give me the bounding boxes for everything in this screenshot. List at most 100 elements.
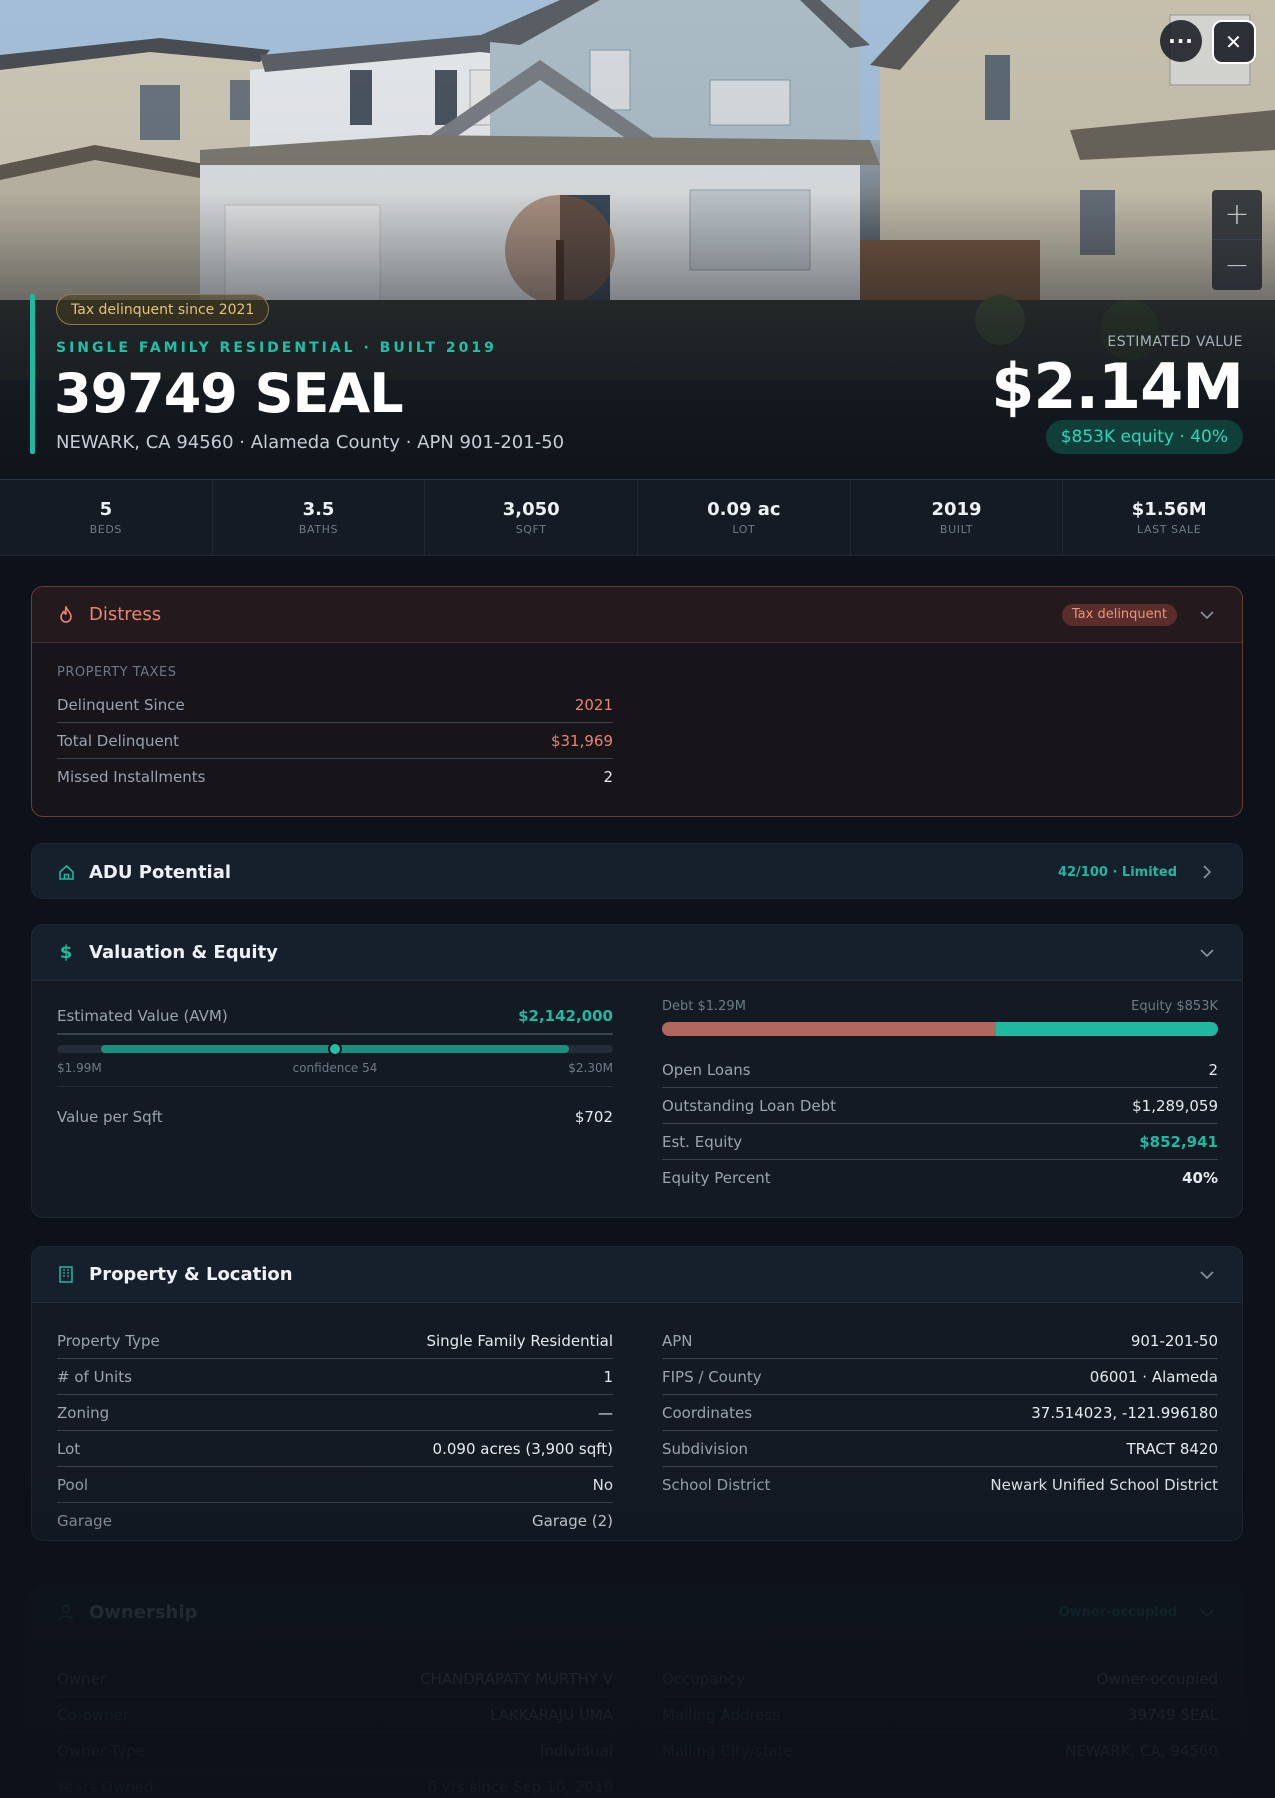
row-key: Owner Type xyxy=(57,1741,146,1760)
list-item: Coordinates 37.514023, -121.996180 xyxy=(662,1395,1218,1431)
row-key: Lot xyxy=(57,1439,81,1458)
debt-label: Debt $1.29M xyxy=(662,999,746,1014)
list-item: Est. Equity $852,941 xyxy=(662,1124,1218,1160)
equity-segment xyxy=(995,1022,1218,1036)
more-icon: ··· xyxy=(1168,29,1194,53)
property-location: NEWARK, CA 94560 · Alameda County · APN … xyxy=(56,432,565,453)
row-value: 39749 SEAL xyxy=(1127,1705,1218,1724)
property-header[interactable]: Property & Location xyxy=(32,1247,1242,1303)
row-key: Subdivision xyxy=(662,1439,748,1458)
ownership-header[interactable]: Ownership Owner-occupied xyxy=(32,1585,1242,1641)
row-value: No xyxy=(592,1475,613,1494)
list-item: Zoning — xyxy=(57,1395,613,1431)
list-item: Property Type Single Family Residential xyxy=(57,1323,613,1359)
list-item: Co-owner LAKKARAJU UMA xyxy=(57,1697,613,1733)
ppsf-row: Value per Sqft $702 xyxy=(57,1099,613,1135)
row-key: Delinquent Since xyxy=(57,695,185,714)
list-item: Open Loans 2 xyxy=(662,1052,1218,1088)
row-value: 37.514023, -121.996180 xyxy=(1031,1403,1218,1422)
tax-delinquent-badge: Tax delinquent since 2021 xyxy=(56,294,270,325)
row-key: # of Units xyxy=(57,1367,132,1386)
row-value: Newark Unified School District xyxy=(990,1476,1218,1494)
zoom-controls: + − xyxy=(1212,190,1262,290)
ownership-details-right: Occupancy Owner-occupied Mailing Address 3… xyxy=(662,1661,1218,1769)
row-value: 2021 xyxy=(574,695,613,714)
dollar-icon: $ xyxy=(59,942,73,963)
adu-section[interactable]: ADU Potential 42/100 · Limited xyxy=(31,843,1243,899)
chevron-down-icon[interactable] xyxy=(1197,1265,1217,1285)
close-icon: ✕ xyxy=(1225,30,1243,54)
adu-score-badge: 42/100 · Limited xyxy=(1057,864,1177,880)
row-key: Value per Sqft xyxy=(57,1108,163,1126)
chevron-down-icon[interactable] xyxy=(1197,605,1217,625)
row-value: 1 xyxy=(603,1367,613,1386)
stat-label: LOT xyxy=(732,523,756,536)
row-value: 901-201-50 xyxy=(1130,1331,1218,1350)
stat-label: BATHS xyxy=(298,523,339,536)
ownership-details-left: Owner CHANDRAPATY MURTHY V Co-owner LAKKAR… xyxy=(57,1661,613,1797)
row-key: Pool xyxy=(57,1475,89,1494)
list-item: Pool No xyxy=(57,1467,613,1503)
row-key: School District xyxy=(662,1476,771,1494)
stat-baths: 3.5 BATHS xyxy=(213,480,426,555)
chevron-down-icon[interactable] xyxy=(1197,943,1217,963)
distress-header[interactable]: Distress Tax delinquent xyxy=(32,587,1242,643)
stat-built: 2019 BUILT xyxy=(851,480,1064,555)
list-item: Garage Garage (2) xyxy=(57,1503,613,1539)
row-value: Individual xyxy=(539,1741,613,1760)
row-key: FIPS / County xyxy=(662,1367,762,1386)
row-value: — xyxy=(598,1403,613,1422)
close-button[interactable]: ✕ xyxy=(1212,20,1256,64)
list-item: # of Units 1 xyxy=(57,1359,613,1395)
row-key: Equity Percent xyxy=(662,1169,771,1187)
chevron-right-icon[interactable] xyxy=(1197,862,1217,882)
zoom-out-button[interactable]: − xyxy=(1212,240,1262,290)
range-high: $2.30M xyxy=(568,1061,613,1075)
list-item: Total Delinquent $31,969 xyxy=(57,723,613,759)
zoom-in-button[interactable]: + xyxy=(1212,190,1262,240)
list-item: Mailing Address 39749 SEAL xyxy=(662,1697,1218,1733)
valuation-header[interactable]: $ Valuation & Equity xyxy=(32,925,1242,981)
distress-section: Distress Tax delinquent PROPERTY TAXES D… xyxy=(31,586,1243,817)
list-item: Occupancy Owner-occupied xyxy=(662,1661,1218,1697)
property-details-right: APN 901-201-50 FIPS / County 06001 · Alame… xyxy=(662,1323,1218,1503)
stat-beds: 5 BEDS xyxy=(0,480,213,555)
stat-last-sale: $1.56M LAST SALE xyxy=(1063,480,1275,555)
building-icon xyxy=(57,1266,75,1284)
home-icon xyxy=(57,863,75,881)
stat-value: 3.5 xyxy=(302,499,335,520)
row-key: Mailing City/state xyxy=(662,1742,793,1760)
row-value: $2,142,000 xyxy=(518,1007,613,1025)
row-key: Property Type xyxy=(57,1331,160,1350)
stat-value: 0.09 ac xyxy=(707,499,781,520)
row-key: Coordinates xyxy=(662,1403,753,1422)
property-address: 39749 SEAL xyxy=(54,362,404,425)
more-options-button[interactable]: ··· xyxy=(1160,20,1202,62)
row-value: $1,289,059 xyxy=(1132,1096,1218,1115)
property-subtitle: SINGLE FAMILY RESIDENTIAL · BUILT 2019 xyxy=(56,340,497,356)
property-detail-panel: ··· ✕ + − Tax delinquent since 2021 SING… xyxy=(0,0,1275,1798)
chevron-down-icon[interactable] xyxy=(1197,1603,1217,1623)
row-key: Total Delinquent xyxy=(57,731,180,750)
row-key: Occupancy xyxy=(662,1669,746,1688)
distress-title: Distress xyxy=(89,604,162,625)
avm-panel: Estimated Value (AVM) $2,142,000 $1.99M c… xyxy=(57,999,613,1135)
range-low: $1.99M xyxy=(57,1061,102,1075)
list-item: School District Newark Unified School Dis… xyxy=(662,1467,1218,1503)
adu-header[interactable]: ADU Potential 42/100 · Limited xyxy=(32,844,1242,898)
property-details-left: Property Type Single Family Residential #… xyxy=(57,1323,613,1539)
stat-sqft: 3,050 SQFT xyxy=(425,480,639,555)
equity-badge: $853K equity · 40% xyxy=(1045,420,1243,454)
occupancy-badge: Owner-occupied xyxy=(1058,1605,1177,1620)
stat-value: $1.56M xyxy=(1131,499,1207,520)
section-label: PROPERTY TAXES xyxy=(57,664,177,680)
list-item: Owner CHANDRAPATY MURTHY V xyxy=(57,1661,613,1697)
valuation-title: Valuation & Equity xyxy=(89,942,278,963)
row-key: Outstanding Loan Debt xyxy=(662,1096,836,1115)
stat-value: 2019 xyxy=(931,499,982,520)
row-value: 40% xyxy=(1182,1169,1218,1187)
valuation-section: $ Valuation & Equity Estimated Value (AV… xyxy=(31,924,1243,1218)
person-icon xyxy=(57,1604,75,1622)
row-key: Est. Equity xyxy=(662,1132,743,1151)
avm-point-marker xyxy=(328,1042,342,1056)
